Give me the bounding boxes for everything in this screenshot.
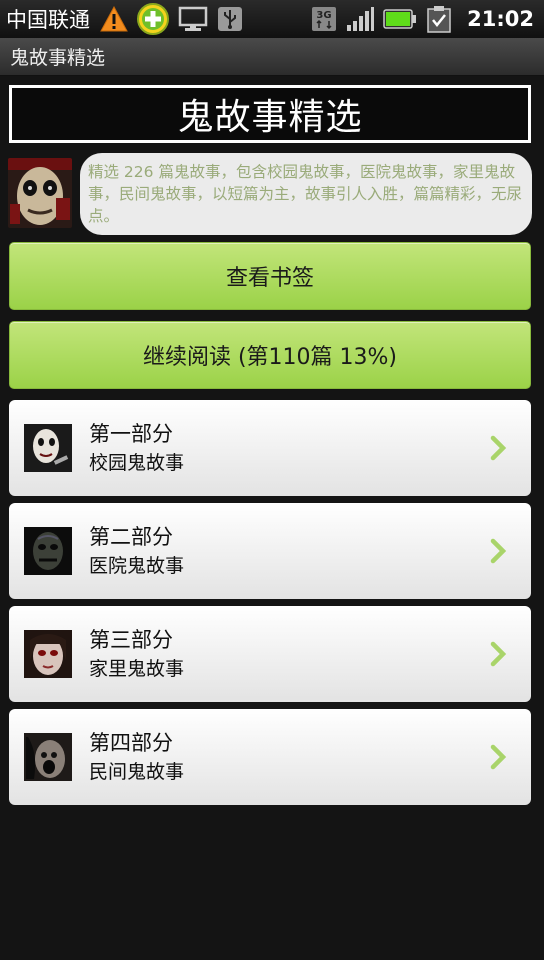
chapter-thumbnail-folk (24, 733, 72, 781)
warning-icon[interactable] (100, 6, 128, 32)
chapter-subtitle: 校园鬼故事 (89, 452, 185, 474)
chapter-title: 第二部分 (89, 525, 173, 549)
chapter-title: 第三部分 (89, 628, 173, 652)
chapter-thumbnail-home (24, 630, 72, 678)
intro-description-bubble: 精选 226 篇鬼故事，包含校园鬼故事，医院鬼故事，家里鬼故事，民间鬼故事，以短… (80, 153, 532, 235)
chapter-title: 第四部分 (89, 731, 173, 755)
chevron-right-icon (490, 435, 507, 461)
app-title-bar: 鬼故事精选 (0, 38, 544, 76)
chapter-subtitle: 医院鬼故事 (89, 555, 185, 577)
status-bar: 中国联通 3G 21:02 (0, 0, 544, 38)
3g-icon: 3G (311, 6, 337, 32)
continue-reading-button[interactable]: 继续阅读 (第110篇 13%) (9, 321, 531, 389)
chapter-item-part-2[interactable]: 第二部分 医院鬼故事 (9, 503, 531, 599)
continue-reading-label: 继续阅读 (第110篇 13%) (142, 345, 398, 370)
app-plus-icon[interactable] (137, 3, 169, 35)
svg-text:3G: 3G (317, 10, 332, 21)
header-title: 鬼故事精选 (177, 97, 363, 138)
app-title: 鬼故事精选 (10, 47, 106, 69)
usb-icon[interactable] (217, 6, 243, 32)
chevron-right-icon (490, 538, 507, 564)
battery-icon (383, 6, 417, 32)
chapter-item-part-1[interactable]: 第一部分 校园鬼故事 (9, 400, 531, 496)
chapter-thumbnail-hospital (24, 527, 72, 575)
carrier-name: 中国联通 (6, 8, 90, 32)
intro-ghost-avatar-image (8, 158, 72, 228)
chapter-subtitle: 民间鬼故事 (89, 761, 185, 783)
chapter-subtitle: 家里鬼故事 (89, 658, 185, 680)
chevron-right-icon (490, 641, 507, 667)
view-bookmarks-button[interactable]: 查看书签 (9, 242, 531, 310)
chapter-thumbnail-campus (24, 424, 72, 472)
chapter-item-part-4[interactable]: 第四部分 民间鬼故事 (9, 709, 531, 805)
chapter-item-part-3[interactable]: 第三部分 家里鬼故事 (9, 606, 531, 702)
chapter-title: 第一部分 (89, 422, 173, 446)
clipboard-check-icon[interactable] (426, 6, 452, 33)
signal-icon (346, 6, 375, 32)
chevron-right-icon (490, 744, 507, 770)
view-bookmarks-label: 查看书签 (225, 266, 314, 291)
intro-description: 精选 226 篇鬼故事，包含校园鬼故事，医院鬼故事，家里鬼故事，民间鬼故事，以短… (88, 163, 523, 225)
monitor-icon[interactable] (178, 6, 208, 32)
header-banner: 鬼故事精选 (9, 85, 531, 143)
clock: 21:02 (467, 7, 534, 31)
